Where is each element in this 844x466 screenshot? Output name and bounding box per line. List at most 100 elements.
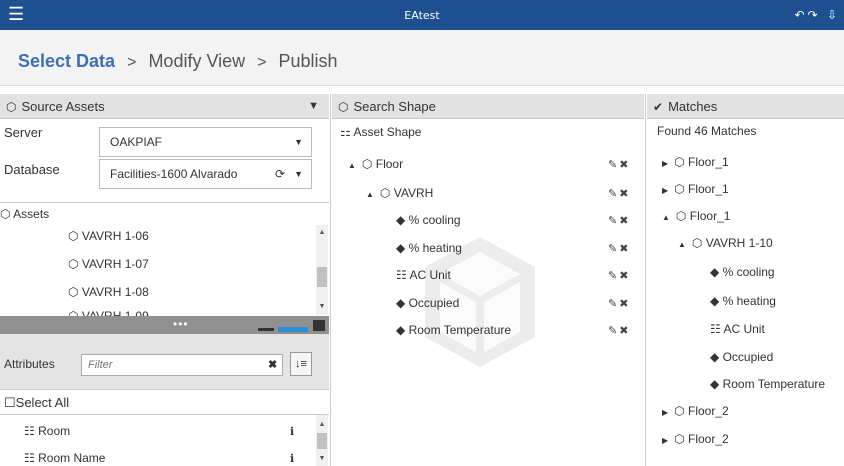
tag-icon: ◆: [710, 377, 720, 391]
edit-delete-icons[interactable]: ✎✖: [608, 297, 630, 310]
asset-item[interactable]: ⬡ VAVRH 1-07: [68, 257, 149, 271]
match-attribute[interactable]: ◆ % heating: [710, 294, 776, 308]
shape-attribute[interactable]: ◆ Occupied: [396, 296, 459, 310]
match-attribute[interactable]: ☷ AC Unit: [710, 322, 765, 336]
edit-delete-icons[interactable]: ✎✖: [608, 214, 630, 227]
cube-icon: ⬡: [674, 432, 685, 446]
maximize-icon[interactable]: [313, 320, 325, 331]
edit-delete-icons[interactable]: ✎✖: [608, 242, 630, 255]
app-title: EAtest: [404, 9, 440, 22]
scroll-down-arrow[interactable]: ▼: [316, 455, 328, 462]
cube-icon: ⬡: [674, 404, 685, 418]
shape-attribute[interactable]: ◆ % heating: [396, 241, 462, 255]
edit-delete-icons[interactable]: ✎✖: [608, 324, 630, 337]
asset-shape-root[interactable]: ⚏ Asset Shape: [340, 125, 421, 139]
cube-icon: ⬡: [361, 157, 373, 171]
match-label: AC Unit: [723, 322, 765, 336]
attribute-label: % cooling: [408, 213, 461, 227]
match-item[interactable]: ▲ ⬡ Floor_1: [662, 209, 730, 223]
sort-icon: ↓≡: [295, 358, 307, 370]
expanded-arrow-icon[interactable]: ▲: [348, 161, 356, 170]
tag-icon: ◆: [396, 296, 406, 310]
match-item[interactable]: ▶ ⬡ Floor_2: [662, 404, 729, 418]
assets-root[interactable]: ⬡ Assets: [0, 207, 49, 221]
attribute-item[interactable]: ☷ Room Name: [24, 451, 105, 465]
edit-delete-icons[interactable]: ✎✖: [608, 269, 630, 282]
cube-icon: ⬡: [379, 186, 391, 200]
clear-filter-icon[interactable]: ✖: [268, 358, 277, 371]
attributes-list: ☷ Room ℹ ☷ Room Name ℹ ▲ ▼: [0, 415, 329, 466]
asset-item[interactable]: ⬡ VAVRH 1-06: [68, 229, 149, 243]
checkbox-icon: ☐: [4, 395, 16, 410]
sort-button[interactable]: ↓≡: [290, 352, 312, 376]
minimize-icon[interactable]: [258, 328, 274, 331]
shape-floor[interactable]: ▲ ⬡ Floor: [348, 157, 403, 171]
hierarchy-icon: ⚏: [340, 125, 351, 139]
edit-delete-icons[interactable]: ✎✖: [608, 158, 630, 171]
step-modify-view[interactable]: Modify View: [148, 51, 245, 71]
shape-attribute[interactable]: ◆ Room Temperature: [396, 323, 511, 337]
restore-icon[interactable]: [278, 327, 308, 332]
expanded-arrow-icon[interactable]: ▲: [678, 240, 686, 249]
attribute-item[interactable]: ☷ Room: [24, 424, 70, 438]
tag-icon: ◆: [396, 213, 406, 227]
attribute-label: AC Unit: [409, 268, 451, 282]
refresh-icon[interactable]: ⟳: [275, 160, 285, 188]
info-icon[interactable]: ℹ: [290, 425, 294, 438]
info-icon[interactable]: ℹ: [290, 452, 294, 465]
match-label: Room Temperature: [722, 377, 826, 391]
list-icon: ☷: [710, 322, 721, 336]
scroll-thumb[interactable]: [317, 433, 327, 449]
match-attribute[interactable]: ◆ % cooling: [710, 265, 775, 279]
attributes-filter-bar: Attributes ✖ ↓≡: [0, 334, 329, 390]
attributes-filter-input[interactable]: [81, 354, 283, 376]
tag-icon: ◆: [710, 294, 720, 308]
shape-attribute[interactable]: ☷ AC Unit: [396, 268, 451, 282]
chevron-down-icon[interactable]: ▼: [308, 94, 319, 119]
edit-delete-icons[interactable]: ✎✖: [608, 187, 630, 200]
list-icon: ☷: [396, 268, 407, 282]
panel-splitter[interactable]: •••: [0, 316, 329, 334]
cube-icon: ⬡: [68, 257, 79, 271]
cube-icon: ⬡: [68, 229, 79, 243]
database-select[interactable]: Facilities-1600 Alvarado ⟳ ▼: [99, 159, 312, 189]
assets-tree: ⬡ Assets ⬡ VAVRH 1-06 ⬡ VAVRH 1-07 ⬡ VAV…: [0, 202, 329, 317]
shape-attribute[interactable]: ◆ % cooling: [396, 213, 461, 227]
panel-divider: [330, 94, 331, 466]
assets-scrollbar[interactable]: ▲ ▼: [316, 225, 328, 315]
shape-vavrh[interactable]: ▲ ⬡ VAVRH: [366, 186, 433, 200]
match-item[interactable]: ▶ ⬡ Floor_2: [662, 432, 729, 446]
scroll-up-arrow[interactable]: ▲: [316, 229, 328, 236]
scroll-down-arrow[interactable]: ▼: [316, 303, 328, 310]
scroll-thumb[interactable]: [317, 267, 327, 287]
match-label: Floor_1: [687, 155, 729, 169]
scroll-up-arrow[interactable]: ▲: [316, 421, 328, 428]
source-assets-header[interactable]: ⬡ Source Assets ▼: [0, 94, 329, 119]
expanded-arrow-icon[interactable]: ▲: [662, 213, 670, 222]
match-attribute[interactable]: ◆ Room Temperature: [710, 377, 825, 391]
attribute-label: % heating: [408, 241, 462, 255]
collapsed-arrow-icon[interactable]: ▶: [662, 186, 668, 195]
select-all-label: Select All: [15, 395, 70, 410]
expanded-arrow-icon[interactable]: ▲: [366, 190, 374, 199]
app-header: ☰ EAtest ↶↷ ⇩: [0, 0, 844, 30]
match-label: Floor_2: [687, 432, 729, 446]
drag-handle[interactable]: •••: [173, 317, 189, 331]
attributes-scrollbar[interactable]: ▲ ▼: [316, 415, 328, 466]
match-label: Floor_1: [687, 182, 729, 196]
match-item[interactable]: ▶ ⬡ Floor_1: [662, 155, 729, 169]
match-label: VAVRH 1-10: [705, 236, 773, 250]
step-select-data[interactable]: Select Data: [18, 51, 115, 71]
undo-redo-icons[interactable]: ↶↷ ⇩: [795, 8, 841, 22]
asset-item[interactable]: ⬡ VAVRH 1-08: [68, 285, 149, 299]
collapsed-arrow-icon[interactable]: ▶: [662, 159, 668, 168]
server-select[interactable]: OAKPIAF ▼: [99, 127, 312, 157]
match-item[interactable]: ▲ ⬡ VAVRH 1-10: [678, 236, 773, 250]
select-all-checkbox[interactable]: ☐Select All: [0, 390, 329, 415]
attributes-label: Attributes: [4, 357, 55, 371]
collapsed-arrow-icon[interactable]: ▶: [662, 408, 668, 417]
step-publish[interactable]: Publish: [279, 51, 338, 71]
match-attribute[interactable]: ◆ Occupied: [710, 350, 773, 364]
collapsed-arrow-icon[interactable]: ▶: [662, 436, 668, 445]
match-item[interactable]: ▶ ⬡ Floor_1: [662, 182, 729, 196]
